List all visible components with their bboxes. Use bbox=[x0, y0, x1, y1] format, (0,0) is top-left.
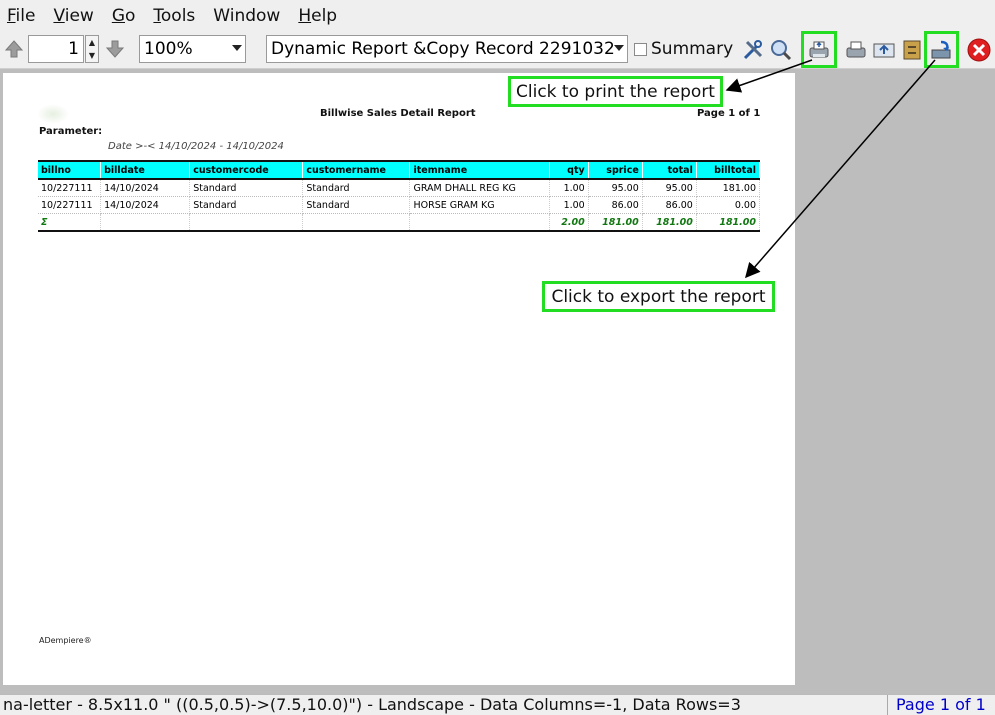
print-callout: Click to print the report bbox=[508, 76, 723, 107]
export-callout: Click to export the report bbox=[542, 281, 775, 312]
status-page: Page 1 of 1 bbox=[887, 695, 995, 715]
status-bar: na-letter - 8.5x11.0 " ((0.5,0.5)->(7.5,… bbox=[0, 694, 995, 715]
print-arrow bbox=[725, 59, 813, 93]
status-text: na-letter - 8.5x11.0 " ((0.5,0.5)->(7.5,… bbox=[3, 695, 741, 714]
export-arrow bbox=[745, 59, 936, 279]
annotation-arrows bbox=[725, 59, 936, 279]
